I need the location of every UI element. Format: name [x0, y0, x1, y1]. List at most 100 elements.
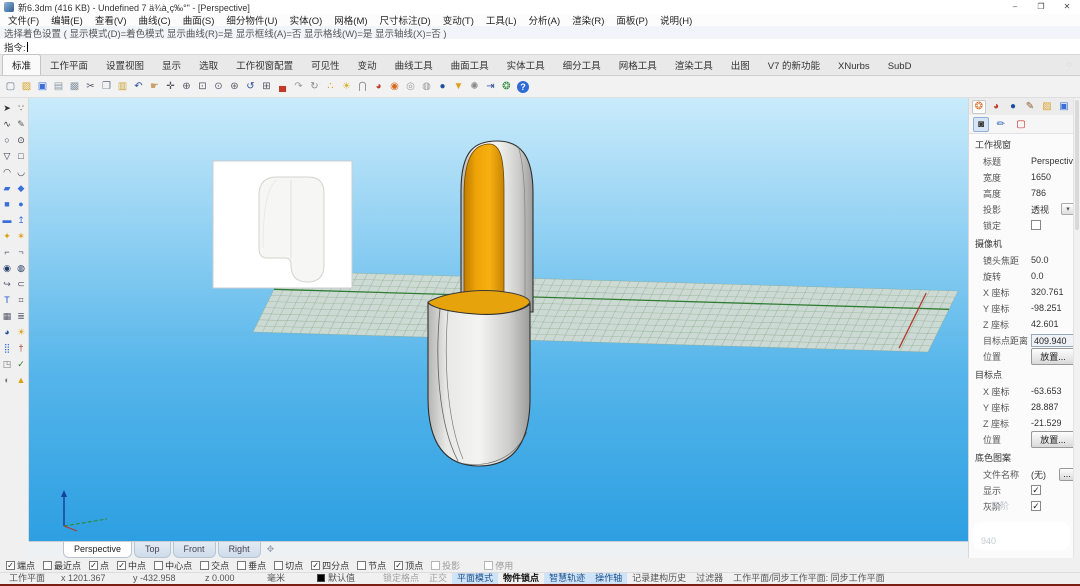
- ribbon-tab[interactable]: 标准: [2, 54, 41, 75]
- status-item[interactable]: 默认值: [312, 573, 378, 584]
- osnap-checkbox[interactable]: [311, 561, 320, 570]
- panel-scrollbar-thumb[interactable]: [1075, 100, 1079, 230]
- fillet-curve-icon[interactable]: ◡: [14, 164, 28, 180]
- control-point-curve-icon[interactable]: ∿: [0, 116, 14, 132]
- osnap-item[interactable]: 投影: [431, 559, 460, 572]
- ribbon-tab[interactable]: 渲染工具: [666, 55, 722, 75]
- tab-properties[interactable]: ❂: [972, 100, 986, 114]
- osnap-item[interactable]: 中点: [117, 559, 146, 572]
- curve-from-object-icon[interactable]: ↪: [0, 276, 14, 292]
- menu-item[interactable]: 面板(P): [610, 13, 654, 27]
- ribbon-tab[interactable]: 选取: [190, 55, 227, 75]
- subtab-light[interactable]: ✏: [993, 117, 1009, 132]
- osnap-item[interactable]: 切点: [274, 559, 303, 572]
- circle-tool-icon[interactable]: ○: [0, 132, 14, 148]
- move-icon[interactable]: ✛: [163, 79, 178, 95]
- osnap-item[interactable]: 顶点: [394, 559, 423, 572]
- cplane-icon[interactable]: ↷: [291, 79, 306, 95]
- text-tool-icon[interactable]: T: [0, 292, 14, 308]
- ribbon-tab[interactable]: 工作平面: [41, 55, 97, 75]
- copy-page-icon[interactable]: ▩: [67, 79, 82, 95]
- filter-icon[interactable]: ▼: [451, 79, 466, 95]
- color-wheel-icon[interactable]: ◉: [387, 79, 402, 95]
- lock-icon[interactable]: ⋂: [355, 79, 370, 95]
- status-item[interactable]: 锁定格点: [378, 573, 424, 584]
- zoom-selected-icon[interactable]: ⊛: [227, 79, 242, 95]
- slab-tool-icon[interactable]: ▬: [0, 212, 14, 228]
- undo-icon[interactable]: ↶: [131, 79, 146, 95]
- ribbon-tab[interactable]: 设置视图: [97, 55, 153, 75]
- ribbon-tab[interactable]: 实体工具: [498, 55, 554, 75]
- extract-surface-icon[interactable]: ◳: [0, 356, 14, 372]
- viewport-tab[interactable]: Top: [134, 542, 171, 558]
- property-checkbox[interactable]: [1031, 220, 1041, 230]
- web-globe-icon[interactable]: ❂: [499, 79, 514, 95]
- check-select-icon[interactable]: ✓: [14, 356, 28, 372]
- panel-scrollbar[interactable]: [1073, 98, 1080, 558]
- extrude-tool-icon[interactable]: ↥: [14, 212, 28, 228]
- status-item[interactable]: 物件锁点: [498, 573, 544, 584]
- zoom-dynamic-icon[interactable]: ⊙: [211, 79, 226, 95]
- cut-icon[interactable]: ✂: [83, 79, 98, 95]
- command-prompt[interactable]: 指令:: [0, 39, 1080, 55]
- osnap-checkbox[interactable]: [43, 561, 52, 570]
- ribbon-tab[interactable]: V7 的新功能: [759, 55, 829, 75]
- viewport-tab[interactable]: Perspective: [63, 542, 132, 558]
- subtab-display-mode[interactable]: ▢: [1013, 117, 1029, 132]
- model-orange-interior[interactable]: [464, 144, 504, 309]
- pan-hand-icon[interactable]: ☛: [147, 79, 162, 95]
- menu-item[interactable]: 说明(H): [654, 13, 698, 27]
- osnap-checkbox[interactable]: [200, 561, 209, 570]
- osnap-checkbox[interactable]: [394, 561, 403, 570]
- spotlight-icon[interactable]: ▲: [14, 372, 28, 388]
- osnap-checkbox[interactable]: [117, 561, 126, 570]
- osnap-item[interactable]: 垂点: [237, 559, 266, 572]
- property-checkbox[interactable]: [1031, 501, 1041, 511]
- ghosted-display-icon[interactable]: ◎: [403, 79, 418, 95]
- close-button[interactable]: ✕: [1054, 0, 1080, 14]
- status-item[interactable]: x 1201.367: [56, 573, 128, 584]
- project-curve-icon[interactable]: ⊂: [14, 276, 28, 292]
- select-arrow-icon[interactable]: ➤: [0, 100, 14, 116]
- osnap-item[interactable]: 四分点: [311, 559, 349, 572]
- status-item[interactable]: z 0.000: [200, 573, 262, 584]
- dimension-tool-icon[interactable]: ⌗: [14, 292, 28, 308]
- settings-gear-icon[interactable]: ✺: [467, 79, 482, 95]
- osnap-checkbox[interactable]: [154, 561, 163, 570]
- tab-layers[interactable]: ◕: [989, 100, 1003, 114]
- perspective-viewport[interactable]: [29, 98, 968, 541]
- osnap-item[interactable]: 最近点: [43, 559, 81, 572]
- link-icon[interactable]: ⇥: [483, 79, 498, 95]
- point-tool-icon[interactable]: ∵: [14, 100, 28, 116]
- status-item[interactable]: 操作轴: [590, 573, 627, 584]
- status-item[interactable]: 工作平面/同步工作平面: 同步工作平面: [728, 573, 890, 584]
- pin-trim-icon[interactable]: ✦: [0, 228, 14, 244]
- status-item[interactable]: y -432.958: [128, 573, 200, 584]
- pole-tool-icon[interactable]: †: [14, 340, 28, 356]
- shaded-display-icon[interactable]: ◕: [371, 79, 386, 95]
- ribbon-tab[interactable]: XNurbs: [829, 58, 879, 75]
- osnap-checkbox[interactable]: [357, 561, 366, 570]
- ribbon-tab[interactable]: 变动: [349, 55, 386, 75]
- status-item[interactable]: 记录建构历史: [627, 573, 691, 584]
- osnap-checkbox[interactable]: [6, 561, 15, 570]
- snapshot-icon[interactable]: ∴: [323, 79, 338, 95]
- place-button[interactable]: 放置...: [1031, 431, 1075, 448]
- ribbon-tab[interactable]: 工作视窗配置: [227, 55, 302, 75]
- viewport-tab[interactable]: Front: [173, 542, 216, 558]
- ribbon-tab[interactable]: 曲线工具: [386, 55, 442, 75]
- osnap-item[interactable]: 点: [89, 559, 109, 572]
- lights-tool-icon[interactable]: ☀: [14, 324, 28, 340]
- xray-display-icon[interactable]: ◍: [419, 79, 434, 95]
- viewport-layout-icon[interactable]: ⊞: [259, 79, 274, 95]
- point-grid-icon[interactable]: ⣿: [0, 340, 14, 356]
- reference-image-frame[interactable]: [213, 161, 352, 288]
- status-item[interactable]: 毫米: [262, 573, 312, 584]
- osnap-checkbox[interactable]: [237, 561, 246, 570]
- surface-plane-icon[interactable]: ▰: [0, 180, 14, 196]
- chamfer-edge-icon[interactable]: ¬: [14, 244, 28, 260]
- status-item[interactable]: 智慧轨迹: [544, 573, 590, 584]
- osnap-item[interactable]: 停用: [484, 559, 513, 572]
- copy-icon[interactable]: ❐: [99, 79, 114, 95]
- array-tool-icon[interactable]: ≣: [14, 308, 28, 324]
